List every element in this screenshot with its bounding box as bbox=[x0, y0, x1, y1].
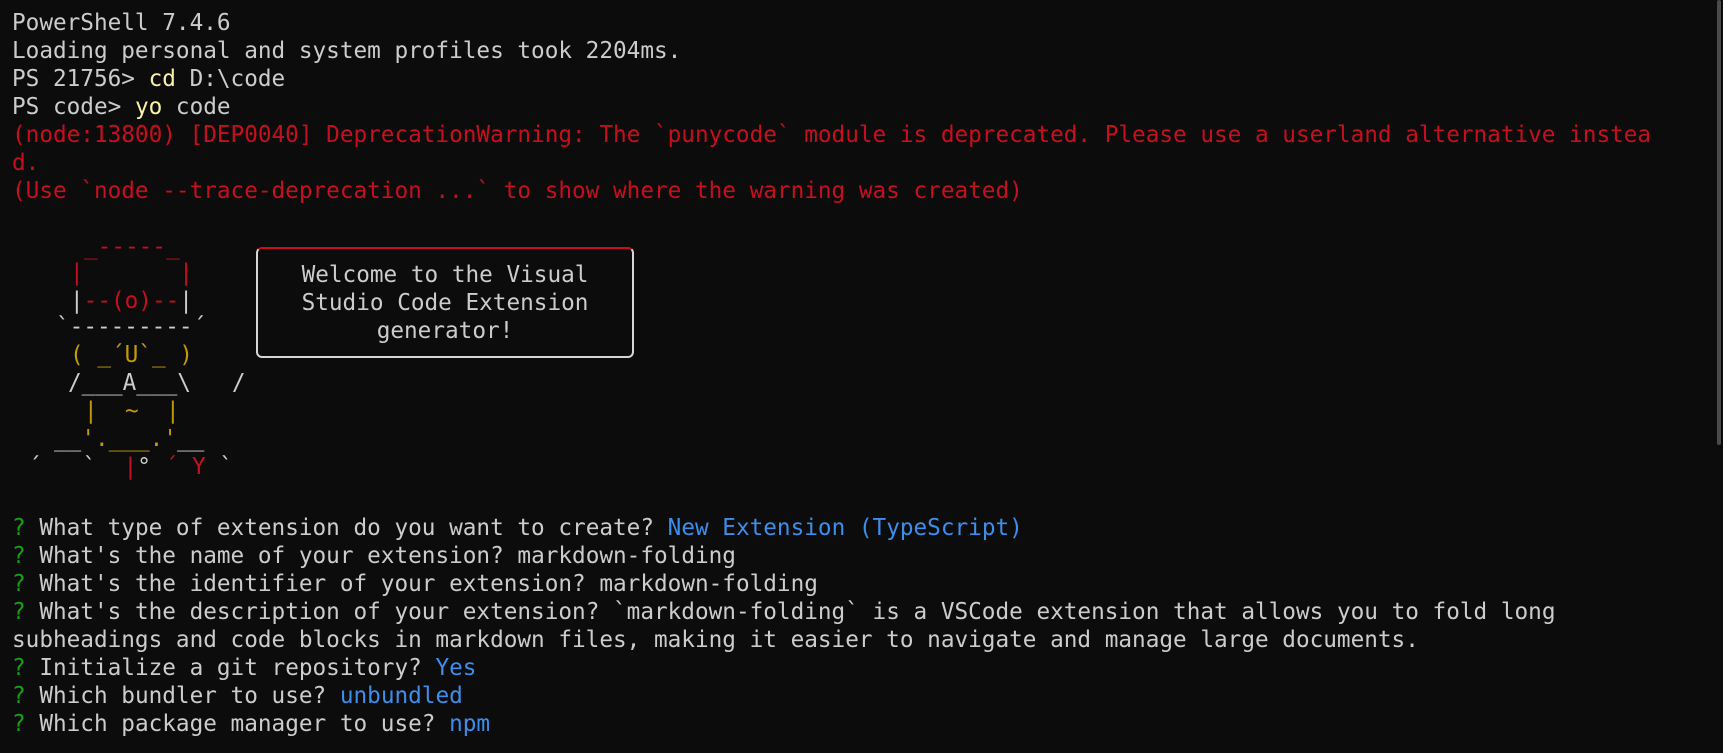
question-text: What type of extension do you want to cr… bbox=[25, 515, 668, 541]
art-face: ( _´U`_ ) bbox=[70, 342, 193, 368]
scrollbar-thumb[interactable] bbox=[1717, 0, 1721, 445]
answer-text: unbundled bbox=[339, 683, 463, 709]
deprecation-hint-line: (Use `node --trace-deprecation ...` to s… bbox=[12, 178, 1023, 204]
command-argument: code bbox=[162, 94, 231, 120]
prompt-line-yo: PS code> yo code bbox=[12, 93, 231, 121]
question-mark: ? bbox=[12, 599, 26, 625]
deprecation-warning-wrap: d. bbox=[12, 150, 40, 176]
answer-text: subheadings and code blocks in markdown … bbox=[12, 627, 1419, 653]
art-hat-top: _-----_ bbox=[84, 234, 180, 260]
art-hat-band: |--(o)--| bbox=[70, 288, 193, 314]
art-torso: | ~ | bbox=[84, 398, 180, 424]
question-mark: ? bbox=[12, 571, 26, 597]
question-text: What's the identifier of your extension? bbox=[25, 571, 600, 597]
question-package-manager: ? Which package manager to use? npm bbox=[12, 710, 490, 738]
welcome-line-2: Studio Code Extension bbox=[301, 290, 589, 316]
prompt-line-cd: PS 21756> cd D:\code bbox=[12, 65, 285, 93]
art-legs: __'.___.'__ bbox=[54, 426, 205, 452]
command-argument: D:\code bbox=[175, 66, 286, 92]
question-text: What's the name of your extension? bbox=[25, 543, 518, 569]
version-line: PowerShell 7.4.6 bbox=[12, 10, 231, 36]
welcome-line-1: Welcome to the Visual bbox=[301, 262, 589, 288]
answer-text: `markdown-folding` is a VSCode extension… bbox=[613, 599, 1556, 625]
answer-text: New Extension (TypeScript) bbox=[667, 515, 1023, 541]
question-extension-name: ? What's the name of your extension? mar… bbox=[12, 542, 736, 570]
welcome-message: Welcome to the Visual Studio Code Extens… bbox=[258, 261, 632, 345]
welcome-line-3: generator! bbox=[376, 318, 514, 344]
question-text: Which bundler to use? bbox=[25, 683, 340, 709]
question-text: Which package manager to use? bbox=[25, 711, 450, 737]
answer-text: Yes bbox=[435, 655, 477, 681]
question-extension-identifier: ? What's the identifier of your extensio… bbox=[12, 570, 818, 598]
question-mark: ? bbox=[12, 655, 26, 681]
command-name: cd bbox=[148, 66, 176, 92]
question-mark: ? bbox=[12, 515, 26, 541]
question-bundler: ? Which bundler to use? unbundled bbox=[12, 682, 463, 710]
command-name: yo bbox=[134, 94, 163, 120]
question-description-wrap: subheadings and code blocks in markdown … bbox=[12, 626, 1419, 654]
art-hat-brim: `---------´ bbox=[56, 314, 207, 340]
scrollbar[interactable] bbox=[1715, 0, 1723, 753]
question-mark: ? bbox=[12, 543, 26, 569]
profile-load-line: Loading personal and system profiles too… bbox=[12, 38, 682, 64]
question-mark: ? bbox=[12, 683, 26, 709]
question-mark: ? bbox=[12, 711, 26, 737]
art-hat-sides: | | bbox=[70, 260, 193, 286]
answer-text: markdown-folding bbox=[517, 543, 736, 569]
art-body: /___A___\ / bbox=[68, 370, 246, 396]
welcome-speech-box: Welcome to the Visual Studio Code Extens… bbox=[256, 247, 634, 358]
question-text: What's the description of your extension… bbox=[25, 599, 614, 625]
question-extension-description: ? What's the description of your extensi… bbox=[12, 598, 1556, 626]
answer-text: npm bbox=[449, 711, 491, 737]
question-extension-type: ? What type of extension do you want to … bbox=[12, 514, 1023, 542]
deprecation-warning-line: (node:13800) [DEP0040] DeprecationWarnin… bbox=[12, 122, 1652, 148]
terminal-window[interactable]: PowerShell 7.4.6 Loading personal and sy… bbox=[0, 0, 1723, 753]
question-text: Initialize a git repository? bbox=[25, 655, 436, 681]
answer-text: markdown-folding bbox=[599, 571, 818, 597]
question-git-init: ? Initialize a git repository? Yes bbox=[12, 654, 476, 682]
prompt: PS 21756> bbox=[12, 66, 149, 92]
art-feet: ´ ` |° ´ Y ` bbox=[28, 454, 233, 480]
prompt: PS code> bbox=[12, 94, 135, 120]
